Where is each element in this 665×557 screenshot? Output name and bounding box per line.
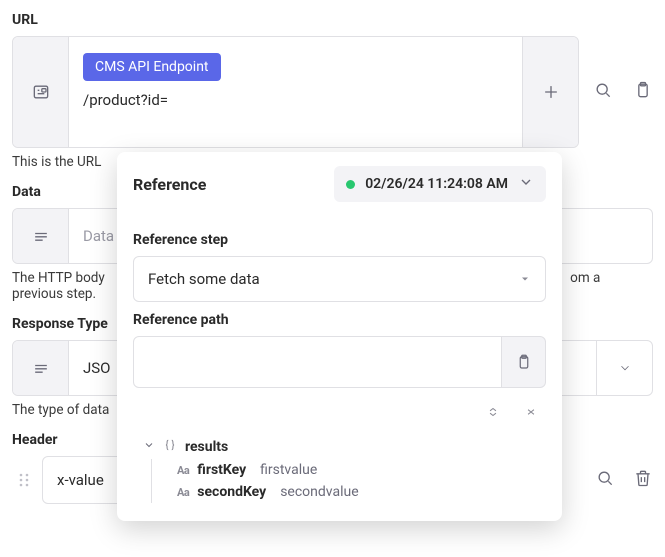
tree-value: secondvalue	[280, 484, 358, 500]
reference-popover: Reference 02/26/24 11:24:08 AM Reference…	[117, 152, 562, 521]
url-chip[interactable]: CMS API Endpoint	[83, 53, 221, 81]
tree-key: secondKey	[197, 484, 266, 500]
string-type-icon: Aa	[177, 486, 189, 499]
string-type-icon: Aa	[177, 464, 189, 477]
status-pill[interactable]: 02/26/24 11:24:08 AM	[334, 166, 546, 202]
reference-step-label: Reference step	[133, 232, 546, 248]
url-label: URL	[12, 12, 653, 28]
tree-node-item[interactable]: Aa firstKey firstvalue	[133, 459, 546, 481]
braces-icon	[163, 438, 177, 456]
reference-path-input[interactable]	[133, 336, 502, 388]
tree-node-results[interactable]: results	[133, 435, 546, 459]
reference-tree: results Aa firstKey firstvalue Aa second…	[133, 435, 546, 503]
status-timestamp: 02/26/24 11:24:08 AM	[365, 176, 508, 192]
reference-step-value: Fetch some data	[148, 270, 260, 288]
url-path-text: /product?id=	[83, 91, 508, 109]
tree-key: results	[185, 439, 228, 455]
text-icon	[13, 341, 69, 395]
popover-title: Reference	[133, 175, 334, 194]
chevron-down-icon[interactable]	[518, 174, 534, 194]
url-input-group: CMS API Endpoint /product?id=	[12, 36, 579, 148]
trash-icon[interactable]	[633, 468, 653, 492]
search-icon[interactable]	[593, 80, 613, 104]
tree-value: firstvalue	[260, 462, 317, 478]
search-icon[interactable]	[595, 468, 615, 492]
clipboard-button[interactable]	[502, 336, 546, 388]
clipboard-icon[interactable]	[633, 80, 653, 104]
url-input[interactable]: CMS API Endpoint /product?id=	[69, 37, 522, 147]
expand-all-icon[interactable]	[524, 404, 538, 423]
reference-step-select[interactable]: Fetch some data	[133, 256, 546, 302]
add-button[interactable]	[522, 37, 578, 147]
collapse-all-icon[interactable]	[486, 404, 500, 423]
chevron-down-icon[interactable]	[143, 439, 155, 455]
drag-handle-icon[interactable]	[12, 470, 36, 490]
text-icon	[13, 209, 69, 263]
tree-key: firstKey	[197, 462, 246, 478]
chevron-down-icon[interactable]	[596, 341, 652, 395]
status-dot-icon	[346, 180, 355, 189]
tree-node-item[interactable]: Aa secondKey secondvalue	[133, 481, 546, 503]
caret-down-icon	[519, 273, 531, 285]
url-type-icon	[13, 37, 69, 147]
reference-path-label: Reference path	[133, 312, 546, 328]
